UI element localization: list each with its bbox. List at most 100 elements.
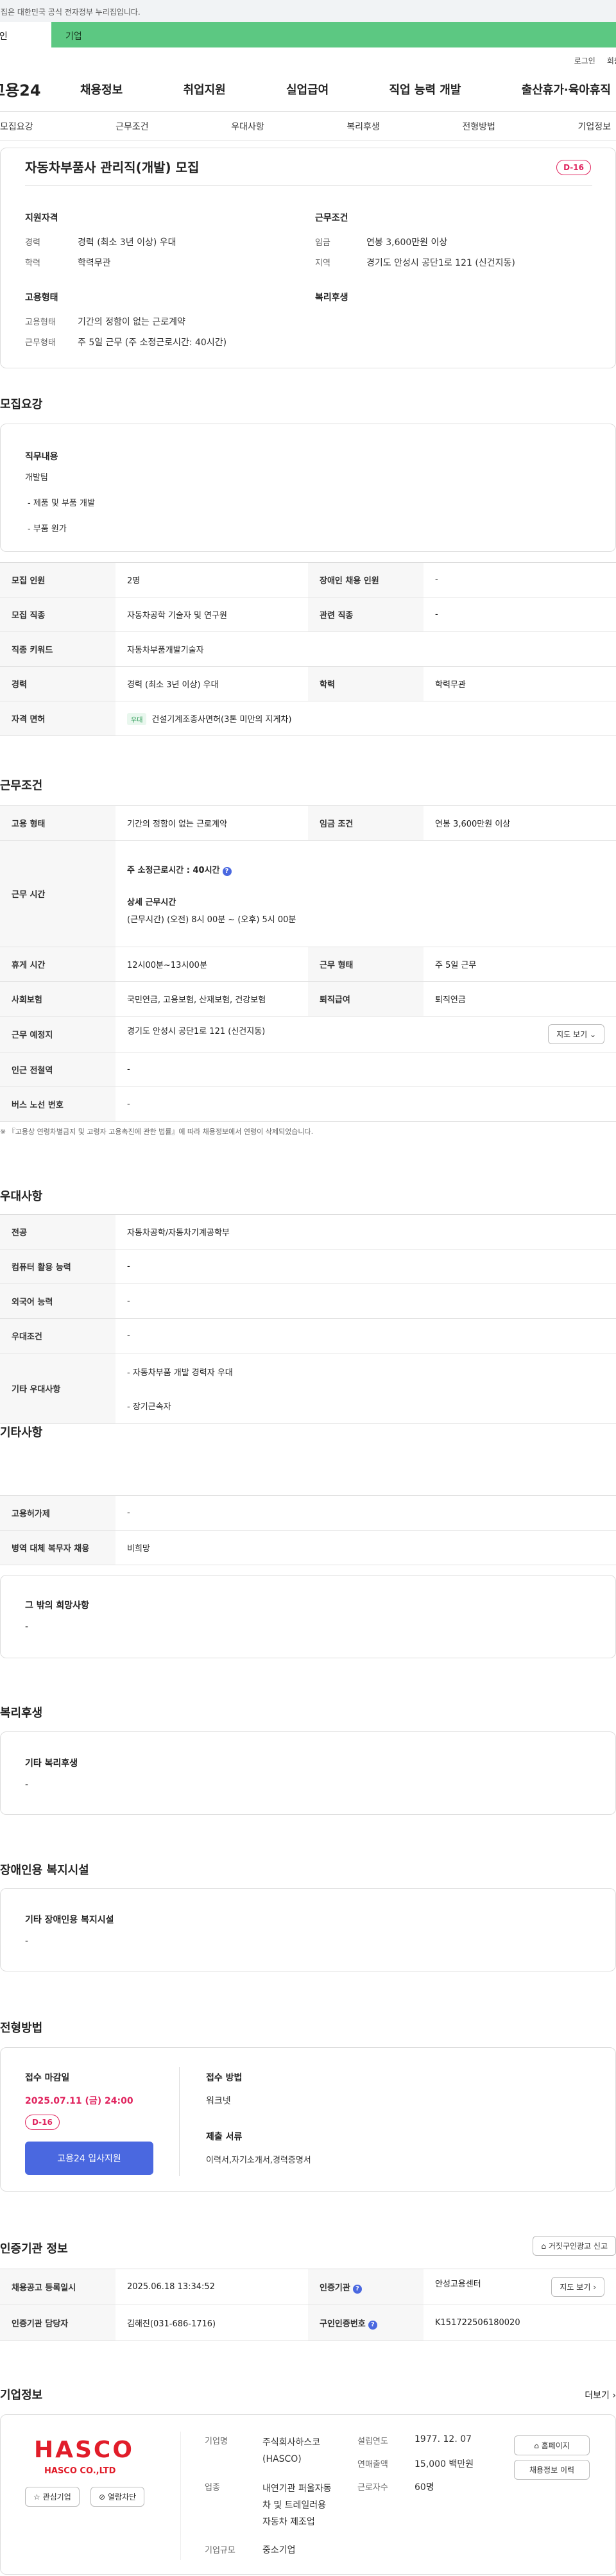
- anchor-company[interactable]: 기업정보: [578, 120, 611, 133]
- cell-label: 퇴직급여: [308, 981, 424, 1017]
- cell-label: 근무 형태: [308, 947, 424, 982]
- est-label: 설립연도: [357, 2437, 388, 2446]
- cell-value: -: [116, 1284, 616, 1319]
- pref-chip: 우대: [127, 712, 147, 725]
- company-logo-sub: HASCO CO.,LTD: [44, 2466, 116, 2476]
- cell-value: -: [116, 1318, 616, 1353]
- help-icon[interactable]: ?: [222, 866, 232, 876]
- anchor-recruit[interactable]: 모집요강: [0, 120, 33, 133]
- tab-company[interactable]: 기업: [51, 22, 616, 47]
- cell-value: 연봉 3,600만원 이상: [424, 805, 616, 841]
- block-button[interactable]: ⊘ 열람차단: [90, 2487, 145, 2507]
- anchor-welfare[interactable]: 복리후생: [346, 120, 380, 133]
- age-notice: ※ 『고용상 연령차별금지 및 고령자 고용촉진에 관한 법률』에 따라 채용정…: [0, 1128, 314, 1136]
- cell-label: 기타 우대사항: [0, 1353, 116, 1424]
- cell-label: 관련 직종: [308, 597, 424, 632]
- welfare-value: -: [25, 1780, 29, 1790]
- anchor-process[interactable]: 전형방법: [462, 120, 495, 133]
- cell-value: 기간의 정함이 없는 근로계약: [116, 805, 308, 841]
- cell-label: 채용공고 등록일시: [0, 2269, 116, 2305]
- cell-value: 경력 (최소 3년 이상) 우대: [116, 666, 308, 701]
- hope-heading: 그 밖의 희망사항: [25, 1601, 89, 1611]
- duty-box: 직무내용 개발팀 - 제품 및 부품 개발 - 부품 원가: [0, 424, 616, 552]
- pref-table: 전공 자동차공학/자동차기계공학부 컴퓨터 활용 능력 - 외국어 능력 - 우대조건…: [0, 1214, 616, 1424]
- est-value: 1977. 12. 07: [415, 2434, 472, 2444]
- global-nav: 고용24 채용정보 취업지원 실업급여 직업 능력 개발 출산휴가·육아휴직: [0, 67, 616, 112]
- cell-label: 외국어 능력: [0, 1284, 116, 1319]
- report-button[interactable]: ⌂ 거짓구인광고 신고: [533, 2236, 616, 2256]
- deadline-value: 2025.07.11 (금) 24:00: [25, 2096, 133, 2106]
- help-icon[interactable]: ?: [352, 2284, 362, 2294]
- cell-label: 휴게 시간: [0, 947, 116, 982]
- gnb-unemployment-benefit[interactable]: 실업급여: [286, 81, 329, 98]
- work-table: 고용 형태 기간의 정함이 없는 근로계약 임금 조건 연봉 3,600만원 이상 근…: [0, 805, 616, 1122]
- cell-label: 인근 전철역: [0, 1052, 116, 1087]
- name-label: 기업명: [205, 2437, 228, 2446]
- anchor-work[interactable]: 근무조건: [116, 120, 149, 133]
- method-heading: 접수 방법: [206, 2073, 243, 2083]
- cell-value: -: [424, 562, 616, 597]
- work-place: 경기도 안성시 공단1로 121 (신건지동): [127, 1027, 266, 1036]
- sales-value: 15,000 백만원: [415, 2459, 474, 2469]
- cell-label: 인증기관 담당자: [0, 2305, 116, 2341]
- anchor-pref[interactable]: 우대사항: [231, 120, 264, 133]
- cell-value: 주 5일 근무: [424, 947, 616, 982]
- edu-label: 학력: [25, 259, 40, 268]
- cell-value: 비희망: [116, 1530, 616, 1565]
- work-form-label: 근무형태: [25, 338, 56, 348]
- cell-label: 근무 예정지: [0, 1016, 116, 1052]
- gnb-jobs[interactable]: 채용정보: [80, 81, 123, 98]
- cert-heading: 인증기관 정보: [0, 2242, 68, 2256]
- cell-label: 근무 시간: [0, 840, 116, 947]
- etc-line: - 장기근속자: [127, 1402, 171, 1412]
- deadline-dday: D-16: [25, 2115, 60, 2130]
- emp-type-value: 기간의 정함이 없는 근로계약: [78, 317, 185, 327]
- cell-value: 국민연금, 고용보험, 산재보험, 건강보험: [116, 981, 308, 1017]
- homepage-button[interactable]: ⌂ 홈페이지: [514, 2435, 590, 2455]
- fav-button[interactable]: ☆ 관심기업: [25, 2487, 80, 2507]
- cell-value: 자동차공학/자동차기계공학부: [116, 1214, 616, 1249]
- area-label: 지역: [315, 259, 330, 268]
- other-heading: 기타사항: [0, 1426, 43, 1439]
- help-icon[interactable]: ?: [368, 2320, 377, 2330]
- cert-map-button[interactable]: 지도 보기 ›: [551, 2277, 604, 2297]
- dday-badge: D-16: [556, 160, 591, 175]
- gnb-parental-leave[interactable]: 출산휴가·육아휴직: [522, 81, 611, 98]
- cell-value: 퇴직연금: [424, 981, 616, 1017]
- work-heading: 근무조건: [0, 779, 43, 793]
- cell-label: 우대조건: [0, 1318, 116, 1353]
- disab-value: -: [25, 1936, 29, 1946]
- cell-label: 버스 노선 번호: [0, 1086, 116, 1122]
- deadline-heading: 접수 마감일: [25, 2073, 70, 2083]
- hope-value: -: [25, 1622, 29, 1632]
- jobs-history-button[interactable]: 채용정보 이력: [514, 2460, 590, 2480]
- size-value: 중소기업: [262, 2545, 296, 2555]
- company-logo: HASCO: [34, 2437, 134, 2463]
- cert-table: 채용공고 등록일시 2025.06.18 13:34:52 인증기관? 안성고용센터 지…: [0, 2269, 616, 2341]
- map-button[interactable]: 지도 보기 ⌄: [548, 1024, 604, 1044]
- tab-personal[interactable]: 개인: [0, 22, 51, 47]
- cell-label: 모집 직종: [0, 597, 116, 632]
- cell-value: -: [424, 597, 616, 632]
- welfare-box: 기타 복리후생 -: [0, 1731, 616, 1815]
- disab-sub: 기타 장애인용 복지시설: [25, 1915, 114, 1925]
- login-link[interactable]: 로그인: [574, 56, 595, 65]
- welfare-section-heading: 복리후생: [0, 1706, 43, 1720]
- site-logo[interactable]: 고용24: [0, 78, 80, 100]
- apply-button[interactable]: 고용24 입사지원: [25, 2142, 153, 2175]
- join-link[interactable]: 회원가입: [607, 56, 616, 65]
- gnb-skills-dev[interactable]: 직업 능력 개발: [389, 81, 461, 98]
- cell-label: 임금 조건: [308, 805, 424, 841]
- cell-label: 사회보험: [0, 981, 116, 1017]
- gnb-employment-support[interactable]: 취업지원: [184, 81, 226, 98]
- more-link[interactable]: 더보기 ›: [585, 2389, 616, 2401]
- summary-card: 자동차부품사 관리직(개발) 모집 D-16 지원자격 경력 경력 (최소 3년…: [0, 148, 616, 368]
- duty-line: - 부품 원가: [28, 524, 67, 534]
- detail-hours-heading: 상세 근무시간: [127, 897, 176, 907]
- edu-value: 학력무관: [78, 258, 111, 268]
- wage-value: 연봉 3,600만원 이상: [366, 237, 448, 248]
- cell-label: 전공: [0, 1214, 116, 1249]
- cell-value: 학력무관: [424, 666, 616, 701]
- wage-label: 임금: [315, 238, 330, 248]
- industry-value: 내연기관 퍼울자동차 및 트레일러용 자동차 제조업: [262, 2484, 332, 2527]
